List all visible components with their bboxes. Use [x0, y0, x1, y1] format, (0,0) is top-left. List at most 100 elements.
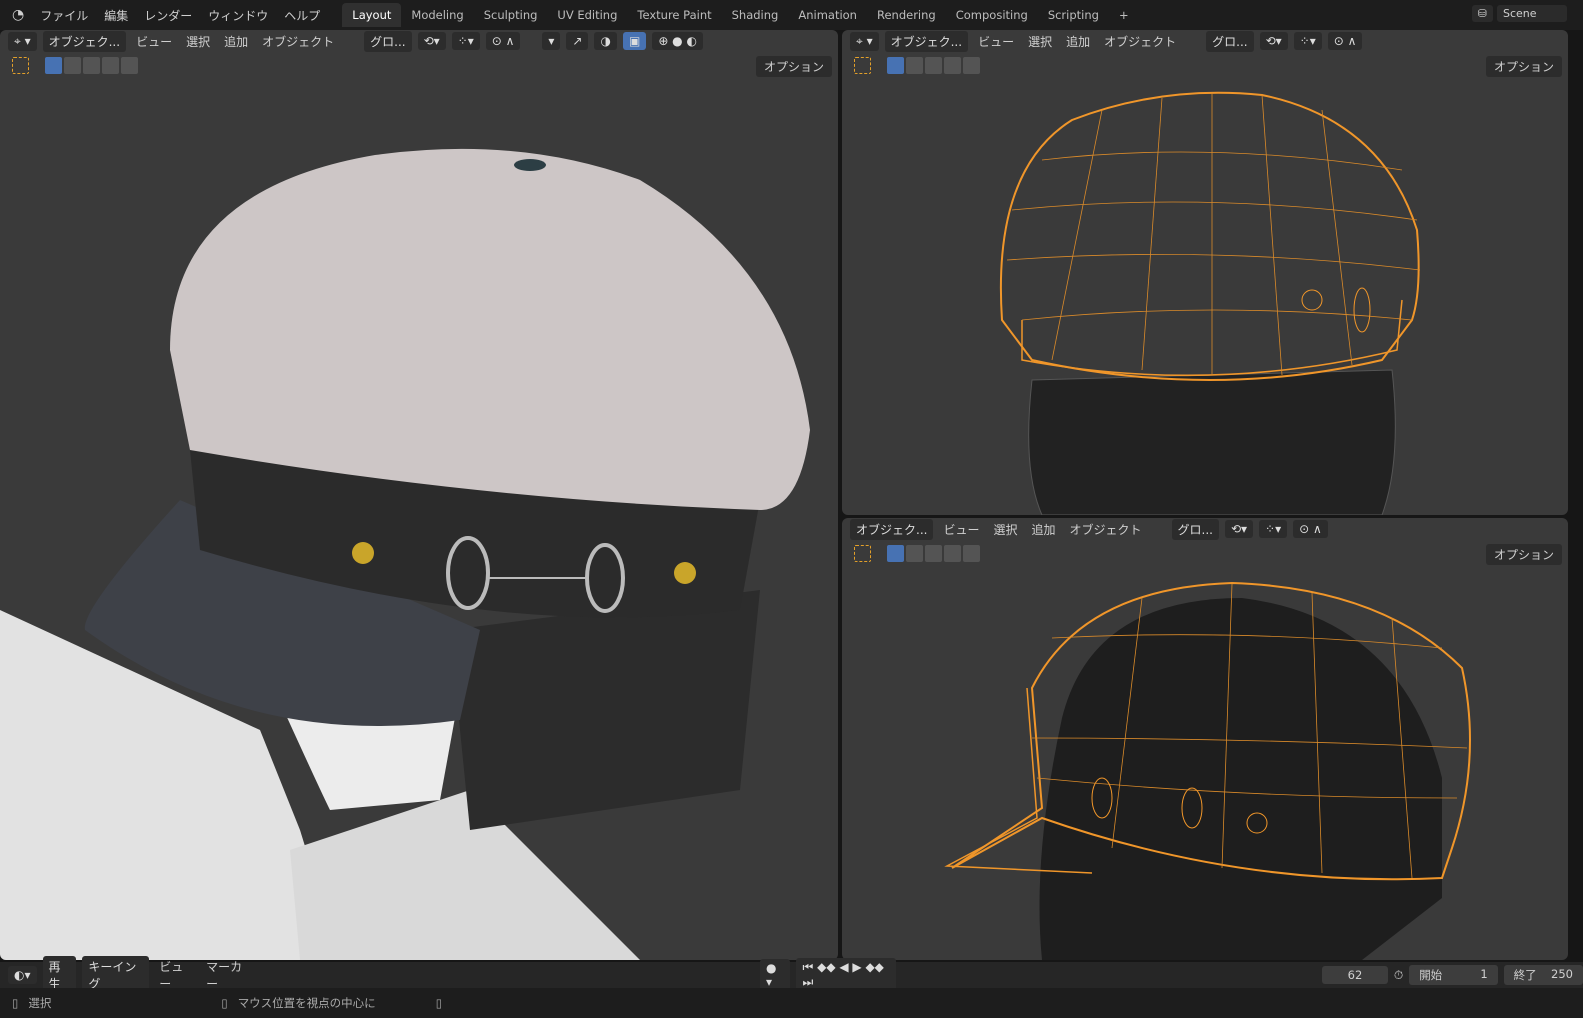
- xray-icon[interactable]: ▣: [622, 32, 647, 50]
- pivot-icon[interactable]: ⟲▾: [1224, 520, 1254, 538]
- snap-icon[interactable]: ⁘▾: [1293, 32, 1322, 50]
- mouse-left-icon: ▯: [12, 996, 19, 1010]
- top-bar: ◔ ファイル 編集 レンダー ウィンドウ ヘルプ Layout Modeling…: [0, 0, 1583, 30]
- mouse-middle-icon: ▯: [221, 996, 228, 1010]
- pivot-icon[interactable]: ⟲▾: [417, 32, 446, 50]
- editor-type-icon[interactable]: ⌖ ▾: [850, 31, 879, 51]
- menu-window[interactable]: ウィンドウ: [208, 7, 268, 24]
- scene-selector[interactable]: Scene: [1497, 5, 1567, 22]
- viewport-header: オブジェク... ビュー 選択 追加 オブジェクト グロ... ⟲▾ ⁘▾ ⊙ …: [842, 518, 1568, 540]
- select-extend-icon[interactable]: [906, 545, 923, 562]
- mode-selector[interactable]: オブジェク...: [884, 30, 969, 52]
- select-extend-icon[interactable]: [64, 57, 81, 74]
- hat-wireframe-perspective: [944, 581, 1471, 960]
- menu-add[interactable]: 追加: [1062, 31, 1094, 52]
- menu-view[interactable]: ビュー: [132, 31, 176, 52]
- select-subtract-icon[interactable]: [83, 57, 100, 74]
- menu-add[interactable]: 追加: [1027, 519, 1059, 540]
- current-frame-field[interactable]: 62: [1322, 966, 1388, 984]
- select-invert-icon[interactable]: [102, 57, 119, 74]
- transform-orientation[interactable]: グロ...: [364, 30, 412, 52]
- visibility-icon[interactable]: ▾: [542, 32, 561, 50]
- menu-select[interactable]: 選択: [182, 31, 214, 52]
- tab-layout[interactable]: Layout: [342, 3, 402, 27]
- snap-icon[interactable]: ⁘▾: [451, 32, 480, 50]
- timeline-header: ◐▾ 再生 キーイング ビュー マーカー ● ▾ ⏮ ◆◆ ◀ ▶ ◆◆ ⏭ 6…: [0, 956, 1583, 994]
- select-invert-icon[interactable]: [944, 57, 961, 74]
- menu-help[interactable]: ヘルプ: [284, 7, 320, 24]
- mode-selector[interactable]: オブジェク...: [850, 518, 934, 540]
- tool-select-icon[interactable]: [854, 545, 871, 562]
- select-new-icon[interactable]: [887, 57, 904, 74]
- tab-texture-paint[interactable]: Texture Paint: [627, 3, 721, 27]
- start-label: 開始: [1419, 968, 1443, 982]
- menu-object[interactable]: オブジェクト: [1066, 519, 1146, 540]
- tab-rendering[interactable]: Rendering: [867, 3, 946, 27]
- hat-render: [0, 148, 810, 960]
- select-new-icon[interactable]: [887, 545, 904, 562]
- options-dropdown[interactable]: オプション: [1485, 544, 1562, 565]
- end-frame-field[interactable]: 終了 250: [1503, 965, 1583, 985]
- viewport-perspective[interactable]: オブジェク... ビュー 選択 追加 オブジェクト グロ... ⟲▾ ⁘▾ ⊙ …: [842, 518, 1568, 960]
- select-subtract-icon[interactable]: [925, 545, 942, 562]
- viewport-header: ⌖ ▾ オブジェク... ビュー 選択 追加 オブジェクト グロ... ⟲▾ ⁘…: [842, 30, 1568, 52]
- tab-uv-editing[interactable]: UV Editing: [547, 3, 627, 27]
- proportional-edit-icon[interactable]: ⊙ ∧: [485, 32, 521, 50]
- tab-sculpting[interactable]: Sculpting: [474, 3, 548, 27]
- editor-type-icon[interactable]: ⌖ ▾: [8, 31, 37, 51]
- menu-select[interactable]: 選択: [1024, 31, 1056, 52]
- tab-modeling[interactable]: Modeling: [401, 3, 473, 27]
- mouse-right-icon: ▯: [435, 996, 443, 1010]
- menu-select[interactable]: 選択: [989, 519, 1021, 540]
- menu-object[interactable]: オブジェクト: [1100, 31, 1180, 52]
- viewport-header: ⌖ ▾ オブジェク... ビュー 選択 追加 オブジェクト グロ... ⟲▾ ⁘…: [0, 30, 838, 52]
- record-icon[interactable]: ● ▾: [759, 959, 791, 991]
- select-intersect-icon[interactable]: [121, 57, 138, 74]
- menu-add[interactable]: 追加: [220, 31, 252, 52]
- options-dropdown[interactable]: オプション: [1485, 56, 1562, 77]
- options-dropdown[interactable]: オプション: [755, 56, 832, 77]
- overlay-icon[interactable]: ◑: [594, 32, 617, 50]
- select-intersect-icon[interactable]: [963, 57, 980, 74]
- status-bar: ▯ 選択 ▯ マウス位置を視点の中心に ▯: [0, 988, 1583, 1018]
- menu-render[interactable]: レンダー: [144, 7, 192, 24]
- hat-wireframe-front: [999, 91, 1421, 515]
- add-workspace-button[interactable]: +: [1109, 3, 1139, 27]
- pivot-icon[interactable]: ⟲▾: [1259, 32, 1288, 50]
- menu-file[interactable]: ファイル: [40, 7, 88, 24]
- tool-select-icon[interactable]: [854, 57, 871, 74]
- select-extend-icon[interactable]: [906, 57, 923, 74]
- status-select: 選択: [28, 996, 52, 1010]
- tab-animation[interactable]: Animation: [788, 3, 867, 27]
- menu-view[interactable]: ビュー: [939, 519, 983, 540]
- start-frame-field[interactable]: 開始 1: [1409, 965, 1498, 985]
- tab-compositing[interactable]: Compositing: [946, 3, 1038, 27]
- tab-scripting[interactable]: Scripting: [1038, 3, 1109, 27]
- menu-edit[interactable]: 編集: [104, 7, 128, 24]
- stopwatch-icon[interactable]: ⏱: [1394, 968, 1403, 983]
- viewport-front[interactable]: ⌖ ▾ オブジェク... ビュー 選択 追加 オブジェクト グロ... ⟲▾ ⁘…: [842, 30, 1568, 515]
- transform-orientation[interactable]: グロ...: [1206, 30, 1254, 52]
- menu-object[interactable]: オブジェクト: [258, 31, 338, 52]
- playback-controls[interactable]: ⏮ ◆◆ ◀ ▶ ◆◆ ⏭: [796, 958, 897, 992]
- select-subtract-icon[interactable]: [925, 57, 942, 74]
- status-center-view: マウス位置を視点の中心に: [237, 996, 376, 1010]
- timeline-editor-icon[interactable]: ◐▾: [8, 966, 37, 984]
- start-value: 1: [1480, 967, 1488, 981]
- select-new-icon[interactable]: [45, 57, 62, 74]
- proportional-edit-icon[interactable]: ⊙ ∧: [1327, 32, 1363, 50]
- blender-logo-icon[interactable]: ◔: [12, 7, 24, 23]
- tab-shading[interactable]: Shading: [722, 3, 789, 27]
- viewport-main[interactable]: ⌖ ▾ オブジェク... ビュー 選択 追加 オブジェクト グロ... ⟲▾ ⁘…: [0, 30, 838, 960]
- proportional-edit-icon[interactable]: ⊙ ∧: [1293, 520, 1328, 538]
- transform-orientation[interactable]: グロ...: [1171, 518, 1219, 540]
- tool-select-icon[interactable]: [12, 57, 29, 74]
- mode-selector[interactable]: オブジェク...: [42, 30, 127, 52]
- menu-view[interactable]: ビュー: [974, 31, 1018, 52]
- select-invert-icon[interactable]: [944, 545, 961, 562]
- select-intersect-icon[interactable]: [963, 545, 980, 562]
- shading-modes-icon[interactable]: ⊕ ● ◐: [652, 32, 703, 50]
- snap-icon[interactable]: ⁘▾: [1259, 520, 1288, 538]
- scene-icon[interactable]: ⛁: [1471, 5, 1493, 22]
- gizmo-icon[interactable]: ↗: [566, 32, 589, 50]
